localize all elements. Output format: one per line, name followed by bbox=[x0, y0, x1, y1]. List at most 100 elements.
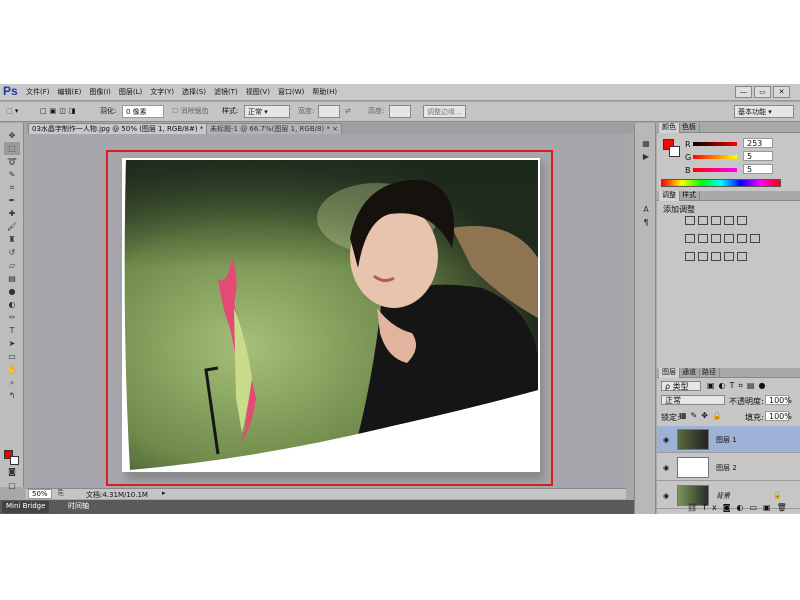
history-panel-icon[interactable]: ▦ bbox=[638, 137, 654, 150]
move-tool-icon[interactable]: ✥ bbox=[4, 129, 20, 142]
menu-window[interactable]: 窗口(W) bbox=[278, 87, 304, 97]
photo-filter-icon[interactable] bbox=[724, 234, 734, 243]
color-spectrum-ramp[interactable] bbox=[661, 179, 781, 187]
opacity-input[interactable]: 100% bbox=[765, 395, 792, 405]
r-input[interactable]: 253 bbox=[743, 138, 773, 148]
hue-saturation-icon[interactable] bbox=[685, 234, 695, 243]
status-menu-arrow-icon[interactable]: ▸ bbox=[162, 489, 166, 497]
tab-channels[interactable]: 通道 bbox=[679, 368, 700, 378]
character-panel-icon[interactable]: A bbox=[638, 203, 654, 216]
g-slider[interactable] bbox=[693, 155, 737, 159]
type-tool-icon[interactable]: T bbox=[4, 324, 20, 337]
eraser-tool-icon[interactable]: ▱ bbox=[4, 259, 20, 272]
gradient-map-icon[interactable] bbox=[724, 252, 734, 261]
posterize-icon[interactable] bbox=[698, 252, 708, 261]
selection-mode-icons[interactable]: □▣◫◨ bbox=[40, 105, 78, 118]
menu-help[interactable]: 帮助(H) bbox=[312, 87, 337, 97]
document-canvas[interactable] bbox=[122, 158, 540, 472]
exposure-icon[interactable] bbox=[724, 216, 734, 225]
tab-swatches[interactable]: 色板 bbox=[679, 123, 700, 133]
close-tab-icon[interactable]: × bbox=[332, 125, 338, 133]
marquee-tool-preset-icon[interactable]: ⬚ ▾ bbox=[6, 105, 18, 118]
restore-button[interactable]: ▭ bbox=[754, 86, 771, 98]
canvas-area[interactable] bbox=[26, 134, 626, 488]
black-white-icon[interactable] bbox=[711, 234, 721, 243]
layer-row-1[interactable]: ◉ 图层 1 bbox=[657, 426, 800, 453]
marquee-tool-icon[interactable]: ⬚ bbox=[4, 142, 20, 155]
stamp-tool-icon[interactable]: ♜ bbox=[4, 233, 20, 246]
workspace-select[interactable]: 基本功能 ▾ bbox=[734, 105, 794, 118]
color-lookup-icon[interactable] bbox=[750, 234, 760, 243]
menu-view[interactable]: 视图(V) bbox=[246, 87, 270, 97]
swap-colors-icon[interactable]: ↰ bbox=[4, 389, 20, 402]
lock-icons[interactable]: ▦✎✥🔒 bbox=[679, 411, 726, 420]
bg-color-chip[interactable] bbox=[669, 146, 680, 157]
eyedropper-tool-icon[interactable]: ✒ bbox=[4, 194, 20, 207]
tab-mini-bridge[interactable]: Mini Bridge bbox=[2, 501, 50, 513]
quick-select-tool-icon[interactable]: ✎ bbox=[4, 168, 20, 181]
minimize-button[interactable]: — bbox=[735, 86, 752, 98]
history-brush-icon[interactable]: ↺ bbox=[4, 246, 20, 259]
height-input[interactable] bbox=[389, 105, 411, 118]
menu-layer[interactable]: 图层(L) bbox=[119, 87, 142, 97]
actions-panel-icon[interactable]: ▶ bbox=[638, 150, 654, 163]
menu-file[interactable]: 文件(F) bbox=[26, 87, 50, 97]
status-export-icon[interactable]: ⎘ bbox=[58, 489, 64, 498]
refine-edge-button[interactable]: 调整边缘... bbox=[423, 105, 466, 118]
r-slider[interactable] bbox=[693, 142, 737, 146]
blur-tool-icon[interactable]: ● bbox=[4, 285, 20, 298]
layer-filter-icons[interactable]: ▣◐T⌗▤● bbox=[707, 381, 769, 391]
crop-tool-icon[interactable]: ⌗ bbox=[4, 181, 20, 194]
gradient-tool-icon[interactable]: ▤ bbox=[4, 272, 20, 285]
lasso-tool-icon[interactable]: ➰ bbox=[4, 155, 20, 168]
quick-mask-icon[interactable]: ◙ bbox=[4, 465, 20, 478]
brightness-icon[interactable] bbox=[685, 216, 695, 225]
menu-filter[interactable]: 滤镜(T) bbox=[214, 87, 238, 97]
shape-tool-icon[interactable]: ▭ bbox=[4, 350, 20, 363]
healing-tool-icon[interactable]: ✚ bbox=[4, 207, 20, 220]
path-select-tool-icon[interactable]: ➤ bbox=[4, 337, 20, 350]
tab-paths[interactable]: 路径 bbox=[699, 368, 720, 378]
selective-color-icon[interactable] bbox=[737, 252, 747, 261]
tab-timeline[interactable]: 时间轴 bbox=[64, 501, 93, 513]
tab-adjustments[interactable]: 调整 bbox=[659, 191, 680, 201]
menu-type[interactable]: 文字(Y) bbox=[150, 87, 174, 97]
vibrance-icon[interactable] bbox=[737, 216, 747, 225]
menu-image[interactable]: 图像(I) bbox=[89, 87, 111, 97]
tab-color[interactable]: 颜色 bbox=[659, 123, 680, 133]
style-select[interactable]: 正常 ▾ bbox=[244, 105, 290, 118]
blend-mode-select[interactable]: 正常 bbox=[661, 395, 725, 405]
visibility-eye-icon[interactable]: ◉ bbox=[663, 492, 669, 500]
menu-select[interactable]: 选择(S) bbox=[182, 87, 206, 97]
color-balance-icon[interactable] bbox=[698, 234, 708, 243]
layer-row-2[interactable]: ◉ 图层 2 bbox=[657, 454, 800, 481]
curves-icon[interactable] bbox=[711, 216, 721, 225]
invert-icon[interactable] bbox=[685, 252, 695, 261]
dodge-tool-icon[interactable]: ◐ bbox=[4, 298, 20, 311]
antialias-checkbox[interactable]: ☐ 消除锯齿 bbox=[172, 105, 209, 118]
levels-icon[interactable] bbox=[698, 216, 708, 225]
menu-edit[interactable]: 编辑(E) bbox=[58, 87, 82, 97]
tab-document-2[interactable]: 未标题-1 @ 66.7%(图层 1, RGB/8) * × bbox=[206, 123, 342, 134]
zoom-tool-icon[interactable]: ⌕ bbox=[4, 376, 20, 389]
tab-styles[interactable]: 样式 bbox=[679, 191, 700, 201]
zoom-input[interactable]: 50% bbox=[28, 489, 52, 499]
layer-actions-bar[interactable]: ⛓fx◙◐▭▣🗑 bbox=[687, 503, 793, 512]
channel-mixer-icon[interactable] bbox=[737, 234, 747, 243]
width-input[interactable] bbox=[318, 105, 340, 118]
visibility-eye-icon[interactable]: ◉ bbox=[663, 436, 669, 444]
pen-tool-icon[interactable]: ✑ bbox=[4, 311, 20, 324]
feather-input[interactable]: 0 像素 bbox=[122, 105, 164, 118]
paragraph-panel-icon[interactable]: ¶ bbox=[638, 216, 654, 229]
close-button[interactable]: ✕ bbox=[773, 86, 790, 98]
screen-mode-icon[interactable]: ▢ bbox=[4, 479, 20, 492]
tab-layers[interactable]: 图层 bbox=[659, 368, 680, 378]
fill-input[interactable]: 100% bbox=[765, 411, 792, 421]
b-input[interactable]: 5 bbox=[743, 164, 773, 174]
b-slider[interactable] bbox=[693, 168, 737, 172]
swap-icon[interactable]: ⇄ bbox=[345, 105, 351, 118]
background-color-swatch[interactable] bbox=[10, 456, 19, 465]
hand-tool-icon[interactable]: ✋ bbox=[4, 363, 20, 376]
g-input[interactable]: 5 bbox=[743, 151, 773, 161]
threshold-icon[interactable] bbox=[711, 252, 721, 261]
